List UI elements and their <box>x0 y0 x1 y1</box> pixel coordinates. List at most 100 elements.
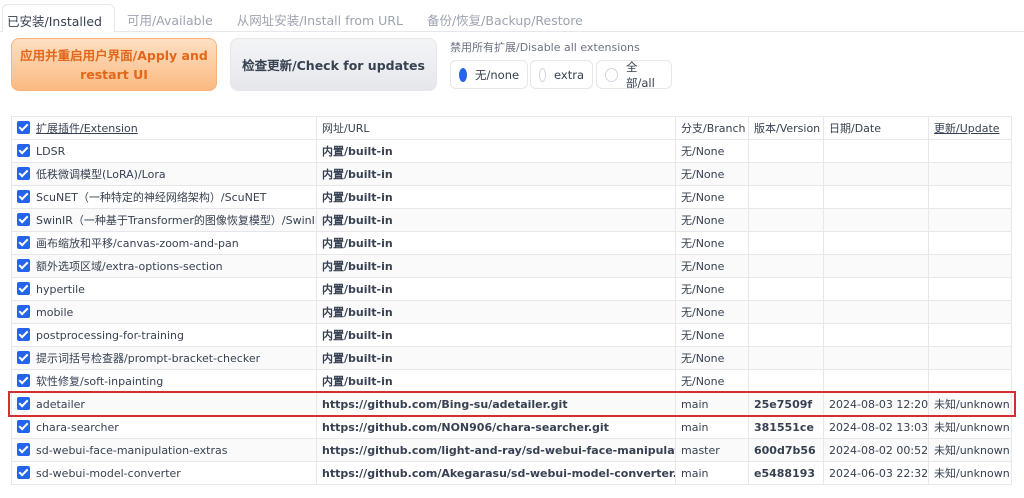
cell-extension: postprocessing-for-training <box>11 323 317 347</box>
header-update-label[interactable]: 更新/Update <box>934 122 1000 135</box>
enable-checkbox[interactable] <box>17 443 30 456</box>
radio-label: extra <box>554 67 584 82</box>
cell-update <box>928 277 1012 301</box>
tab-installed[interactable]: 已安装/Installed <box>2 4 115 33</box>
extension-name: 提示词括号检查器/prompt-bracket-checker <box>36 352 261 365</box>
cell-branch: 无/None <box>675 185 749 209</box>
enable-checkbox[interactable] <box>17 144 30 157</box>
enable-checkbox[interactable] <box>17 259 30 272</box>
cell-extension: 画布缩放和平移/canvas-zoom-and-pan <box>11 231 317 255</box>
cell-branch: main <box>675 415 749 439</box>
cell-update <box>928 208 1012 232</box>
cell-url: 内置/built-in <box>316 254 676 278</box>
select-all-checkbox[interactable] <box>17 121 30 134</box>
extension-name: sd-webui-model-converter <box>36 467 181 480</box>
cell-branch: 无/None <box>675 323 749 347</box>
enable-checkbox[interactable] <box>17 420 30 433</box>
cell-url: 内置/built-in <box>316 139 676 163</box>
cell-date <box>823 277 929 301</box>
cell-url: 内置/built-in <box>316 369 676 393</box>
cell-date <box>823 300 929 324</box>
extension-name: adetailer <box>36 398 85 411</box>
table-row: mobile 内置/built-in 无/None <box>11 300 1012 324</box>
enable-checkbox[interactable] <box>17 236 30 249</box>
enable-checkbox[interactable] <box>17 351 30 364</box>
enable-checkbox[interactable] <box>17 374 30 387</box>
apply-label-line1: 应用并重启用户界面/Apply and <box>20 48 208 63</box>
cell-extension: SwinIR（一种基于Transformer的图像恢复模型）/SwinIR <box>11 208 317 232</box>
enable-checkbox[interactable] <box>17 328 30 341</box>
cell-version: 600d7b56 <box>748 438 824 462</box>
cell-version <box>748 369 824 393</box>
cell-date: 2024-06-03 22:32:44 <box>823 461 929 485</box>
radio-extra[interactable]: extra <box>530 60 593 89</box>
enable-checkbox[interactable] <box>17 305 30 318</box>
cell-extension: LDSR <box>11 139 317 163</box>
tab-available[interactable]: 可用/Available <box>115 4 225 32</box>
extension-name: 画布缩放和平移/canvas-zoom-and-pan <box>36 237 239 250</box>
cell-branch: 无/None <box>675 346 749 370</box>
cell-url: 内置/built-in <box>316 185 676 209</box>
cell-url: https://github.com/light-and-ray/sd-webu… <box>316 438 676 462</box>
extension-name: 额外选项区域/extra-options-section <box>36 260 223 273</box>
cell-version <box>748 254 824 278</box>
cell-version: 25e7509f <box>748 392 824 416</box>
apply-restart-button[interactable]: 应用并重启用户界面/Apply and restart UI <box>11 38 217 91</box>
cell-extension: sd-webui-model-converter <box>11 461 317 485</box>
cell-update <box>928 231 1012 255</box>
tab-backup-restore[interactable]: 备份/恢复/Backup/Restore <box>415 4 595 32</box>
cell-branch: main <box>675 392 749 416</box>
extension-name: mobile <box>36 306 74 319</box>
cell-update <box>928 254 1012 278</box>
cell-extension: adetailer <box>11 392 317 416</box>
extension-name: ScuNET（一种特定的神经网络架构）/ScuNET <box>36 191 267 204</box>
cell-branch: 无/None <box>675 231 749 255</box>
radio-label: 无/none <box>475 67 520 82</box>
cell-extension: mobile <box>11 300 317 324</box>
cell-url: https://github.com/Bing-su/adetailer.git <box>316 392 676 416</box>
cell-branch: 无/None <box>675 277 749 301</box>
cell-branch: 无/None <box>675 162 749 186</box>
cell-url: 内置/built-in <box>316 300 676 324</box>
table-header-row: 扩展插件/Extension 网址/URL 分支/Branch 版本/Versi… <box>11 116 1012 140</box>
table-row: 软性修复/soft-inpainting 内置/built-in 无/None <box>11 369 1012 393</box>
cell-version <box>748 162 824 186</box>
cell-url: https://github.com/NON906/chara-searcher… <box>316 415 676 439</box>
table-row: sd-webui-model-converter https://github.c… <box>11 461 1012 485</box>
check-updates-button[interactable]: 检查更新/Check for updates <box>230 38 437 91</box>
header-extension: 扩展插件/Extension <box>11 116 317 140</box>
enable-checkbox[interactable] <box>17 167 30 180</box>
cell-extension: 额外选项区域/extra-options-section <box>11 254 317 278</box>
cell-version <box>748 208 824 232</box>
extension-name: chara-searcher <box>36 421 119 434</box>
enable-checkbox[interactable] <box>17 190 30 203</box>
enable-checkbox[interactable] <box>17 213 30 226</box>
cell-version <box>748 346 824 370</box>
cell-extension: hypertile <box>11 277 317 301</box>
enable-checkbox[interactable] <box>17 397 30 410</box>
header-update[interactable]: 更新/Update <box>928 116 1012 140</box>
cell-branch: master <box>675 438 749 462</box>
extension-name: sd-webui-face-manipulation-extras <box>36 444 228 457</box>
table-row: SwinIR（一种基于Transformer的图像恢复模型）/SwinIR 内置/… <box>11 208 1012 232</box>
header-extension-label[interactable]: 扩展插件/Extension <box>36 122 138 135</box>
radio-all[interactable]: 全部/all <box>596 60 672 90</box>
cell-extension: 低秩微调模型(LoRA)/Lora <box>11 162 317 186</box>
cell-branch: 无/None <box>675 208 749 232</box>
cell-date <box>823 185 929 209</box>
cell-branch: 无/None <box>675 139 749 163</box>
cell-date <box>823 208 929 232</box>
cell-date <box>823 231 929 255</box>
cell-branch: 无/None <box>675 254 749 278</box>
cell-update <box>928 346 1012 370</box>
cell-update <box>928 139 1012 163</box>
radio-none[interactable]: 无/none <box>450 60 528 89</box>
tab-install-from-url[interactable]: 从网址安装/Install from URL <box>225 4 415 32</box>
enable-checkbox[interactable] <box>17 282 30 295</box>
cell-date <box>823 139 929 163</box>
cell-date <box>823 162 929 186</box>
cell-version <box>748 139 824 163</box>
enable-checkbox[interactable] <box>17 466 30 479</box>
cell-url: 内置/built-in <box>316 277 676 301</box>
extension-name: LDSR <box>36 145 66 158</box>
